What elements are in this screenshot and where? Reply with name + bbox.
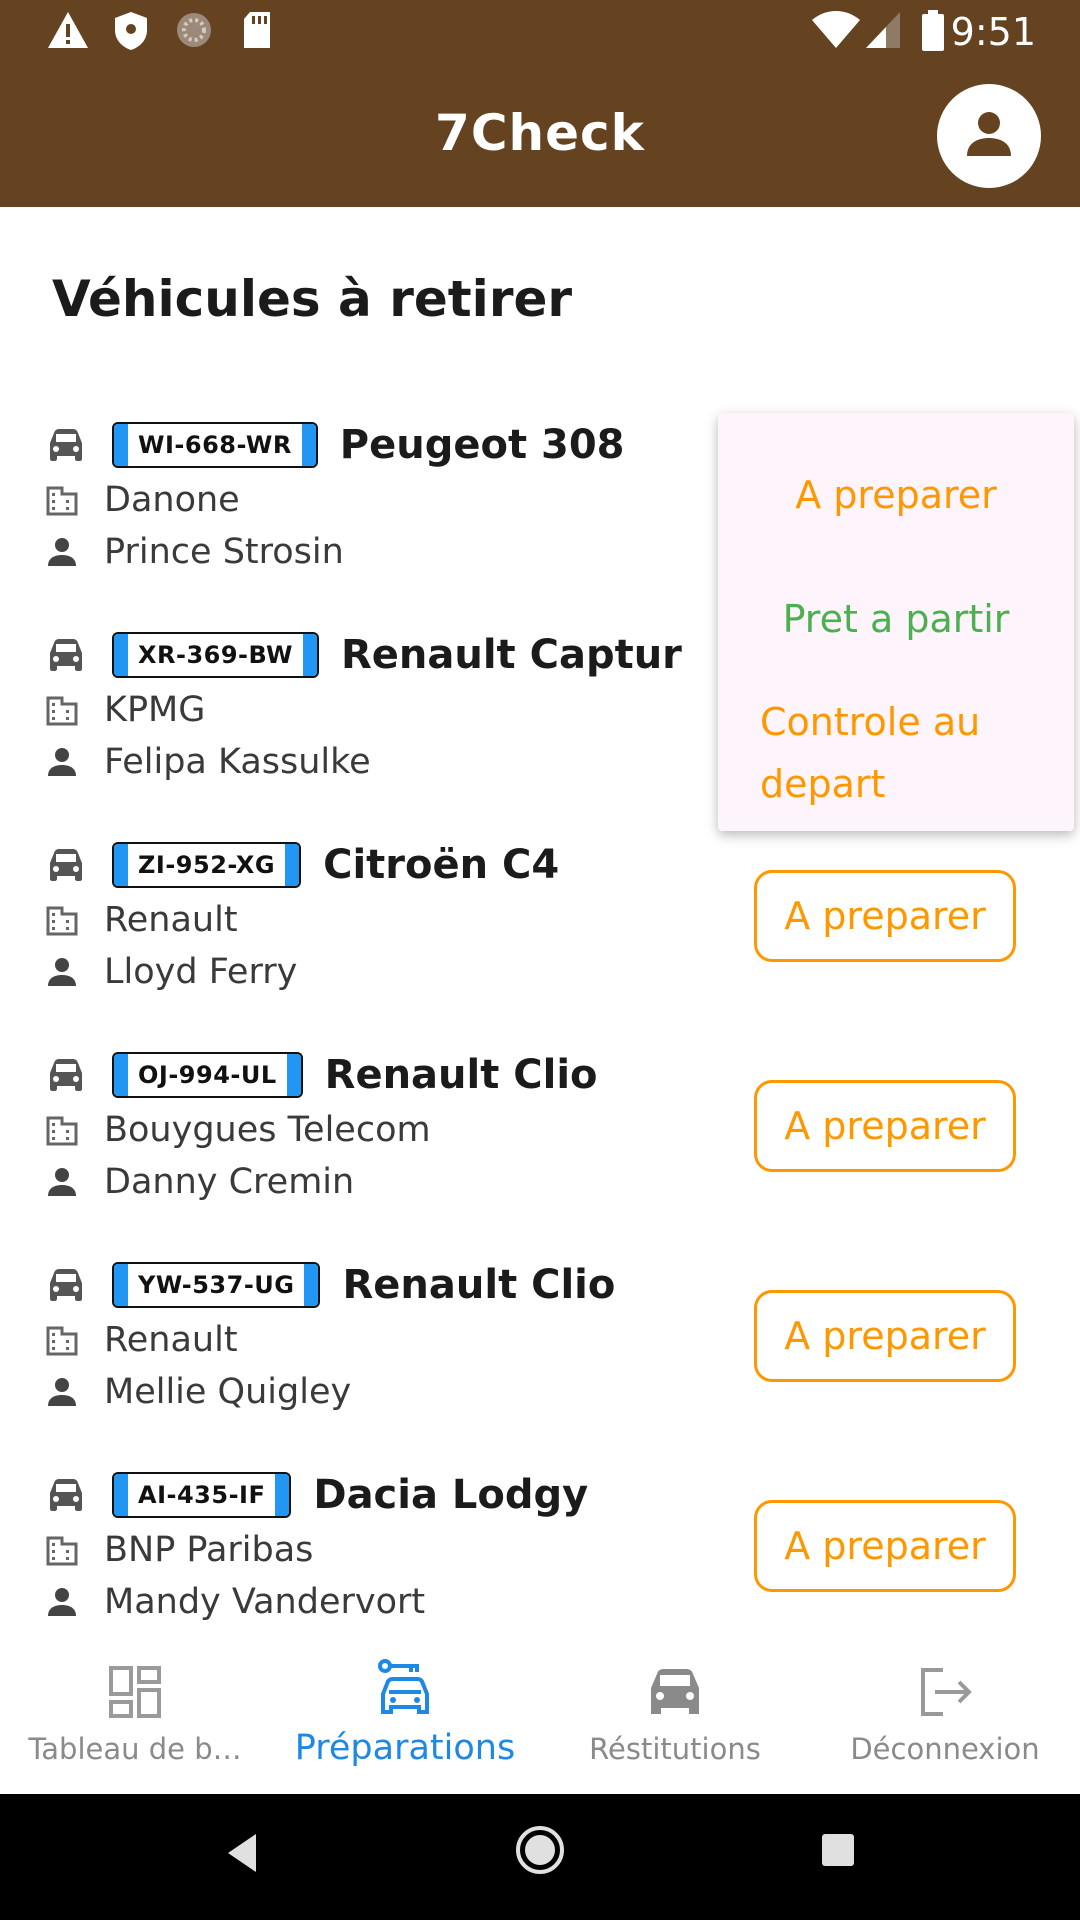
company-row: BNP Paribas — [46, 1530, 313, 1570]
vehicle-item[interactable]: YW-537-UG Renault Clio Renault Mellie Qu… — [0, 1260, 1080, 1460]
vehicle-model: Citroën C4 — [323, 842, 560, 888]
logout-icon — [921, 1668, 972, 1716]
car-icon — [50, 1059, 82, 1091]
company-name: Danone — [104, 480, 240, 520]
person-icon — [48, 748, 76, 776]
vehicle-item[interactable]: AI-435-IF Dacia Lodgy BNP Paribas Mandy … — [0, 1470, 1080, 1670]
vehicle-model: Peugeot 308 — [339, 422, 625, 468]
company-name: Renault — [104, 900, 238, 940]
company-name: KPMG — [104, 690, 206, 730]
license-plate: AI-435-IF — [112, 1472, 292, 1518]
building-icon — [46, 1116, 78, 1146]
company-row: Bouygues Telecom — [46, 1110, 431, 1150]
home-icon[interactable] — [514, 1824, 566, 1880]
car-key-icon — [378, 1659, 429, 1714]
building-icon — [46, 906, 78, 936]
dashboard-icon — [109, 1666, 161, 1718]
recents-icon[interactable] — [820, 1832, 856, 1872]
contact-row: Mellie Quigley — [46, 1372, 351, 1412]
company-row: Renault — [46, 900, 238, 940]
page-title: Véhicules à retirer — [52, 270, 573, 328]
license-plate: XR-369-BW — [112, 632, 319, 678]
nav-preparations[interactable]: Préparations — [270, 1644, 540, 1794]
contact-row: Felipa Kassulke — [46, 742, 371, 782]
warning-icon — [46, 10, 90, 54]
vehicle-item[interactable]: OJ-994-UL Renault Clio Bouygues Telecom … — [0, 1050, 1080, 1250]
license-plate: ZI-952-XG — [112, 842, 302, 888]
license-plate: YW-537-UG — [112, 1262, 321, 1308]
building-icon — [46, 1536, 78, 1566]
status-dropdown-menu: A preparer Pret a partir Controle au dep… — [718, 413, 1074, 831]
system-navigation-bar — [0, 1794, 1080, 1920]
nav-tableau-de-bord[interactable]: Tableau de b… — [0, 1644, 270, 1794]
back-icon[interactable] — [222, 1830, 262, 1880]
person-icon — [48, 958, 76, 986]
contact-name: Mandy Vandervort — [104, 1582, 426, 1622]
contact-name: Danny Cremin — [104, 1162, 355, 1202]
company-name: BNP Paribas — [104, 1530, 314, 1570]
person-icon — [48, 1168, 76, 1196]
license-plate: WI-668-WR — [112, 422, 318, 468]
building-icon — [46, 1326, 78, 1356]
building-icon — [46, 486, 78, 516]
contact-row: Prince Strosin — [46, 532, 344, 572]
car-icon — [50, 849, 82, 881]
battery-icon — [920, 10, 946, 56]
nav-restitutions[interactable]: Réstitutions — [540, 1644, 810, 1794]
status-bar: 9:51 — [0, 0, 1080, 66]
vehicle-model: Renault Clio — [342, 1262, 616, 1308]
app-header: 9:51 7Check — [0, 0, 1080, 207]
shield-icon — [112, 10, 150, 56]
person-icon — [48, 1378, 76, 1406]
contact-row: Mandy Vandervort — [46, 1582, 425, 1622]
license-plate: OJ-994-UL — [112, 1052, 303, 1098]
company-name: Renault — [104, 1320, 238, 1360]
vehicle-model: Renault Captur — [340, 632, 682, 678]
app-title: 7Check — [435, 104, 645, 162]
car-icon — [50, 429, 82, 461]
bottom-navigation: Tableau de b… Préparations Réstitutions … — [0, 1644, 1080, 1794]
signal-icon — [864, 10, 902, 54]
menu-item-pret-a-partir[interactable]: Pret a partir — [718, 597, 1074, 641]
vehicle-model: Renault Clio — [324, 1052, 598, 1098]
status-dropdown-button[interactable]: A preparer — [754, 870, 1016, 962]
status-time: 9:51 — [950, 10, 1036, 54]
profile-button[interactable] — [937, 84, 1041, 188]
contact-row: Danny Cremin — [46, 1162, 354, 1202]
status-dropdown-button[interactable]: A preparer — [754, 1290, 1016, 1382]
person-icon — [48, 1588, 76, 1616]
company-row: Renault — [46, 1320, 238, 1360]
vehicle-item[interactable]: ZI-952-XG Citroën C4 Renault Lloyd Ferry… — [0, 840, 1080, 1040]
company-name: Bouygues Telecom — [104, 1110, 431, 1150]
nav-label: Préparations — [294, 1728, 516, 1768]
status-dropdown-button[interactable]: A preparer — [754, 1500, 1016, 1592]
menu-item-controle-au-depart[interactable]: Controle au depart — [760, 691, 1040, 815]
company-row: Danone — [46, 480, 240, 520]
wifi-icon — [810, 10, 862, 54]
nav-label: Réstitutions — [589, 1732, 761, 1766]
car-icon — [50, 1479, 82, 1511]
contact-name: Prince Strosin — [104, 532, 344, 572]
contact-name: Mellie Quigley — [104, 1372, 352, 1412]
car-icon — [651, 1669, 699, 1714]
nav-deconnexion[interactable]: Déconnexion — [810, 1644, 1080, 1794]
company-row: KPMG — [46, 690, 205, 730]
contact-row: Lloyd Ferry — [46, 952, 297, 992]
status-dropdown-button[interactable]: A preparer — [754, 1080, 1016, 1172]
nav-label: Déconnexion — [850, 1732, 1040, 1766]
car-icon — [50, 639, 82, 671]
person-icon — [48, 538, 76, 566]
menu-item-a-preparer[interactable]: A preparer — [718, 473, 1074, 517]
building-icon — [46, 696, 78, 726]
contact-name: Felipa Kassulke — [104, 742, 371, 782]
nav-label: Tableau de b… — [28, 1732, 242, 1766]
vehicle-model: Dacia Lodgy — [313, 1472, 589, 1518]
spinner-icon — [174, 10, 214, 54]
contact-name: Lloyd Ferry — [104, 952, 298, 992]
sd-card-icon — [240, 10, 274, 54]
car-icon — [50, 1269, 82, 1301]
person-icon — [967, 112, 1011, 156]
